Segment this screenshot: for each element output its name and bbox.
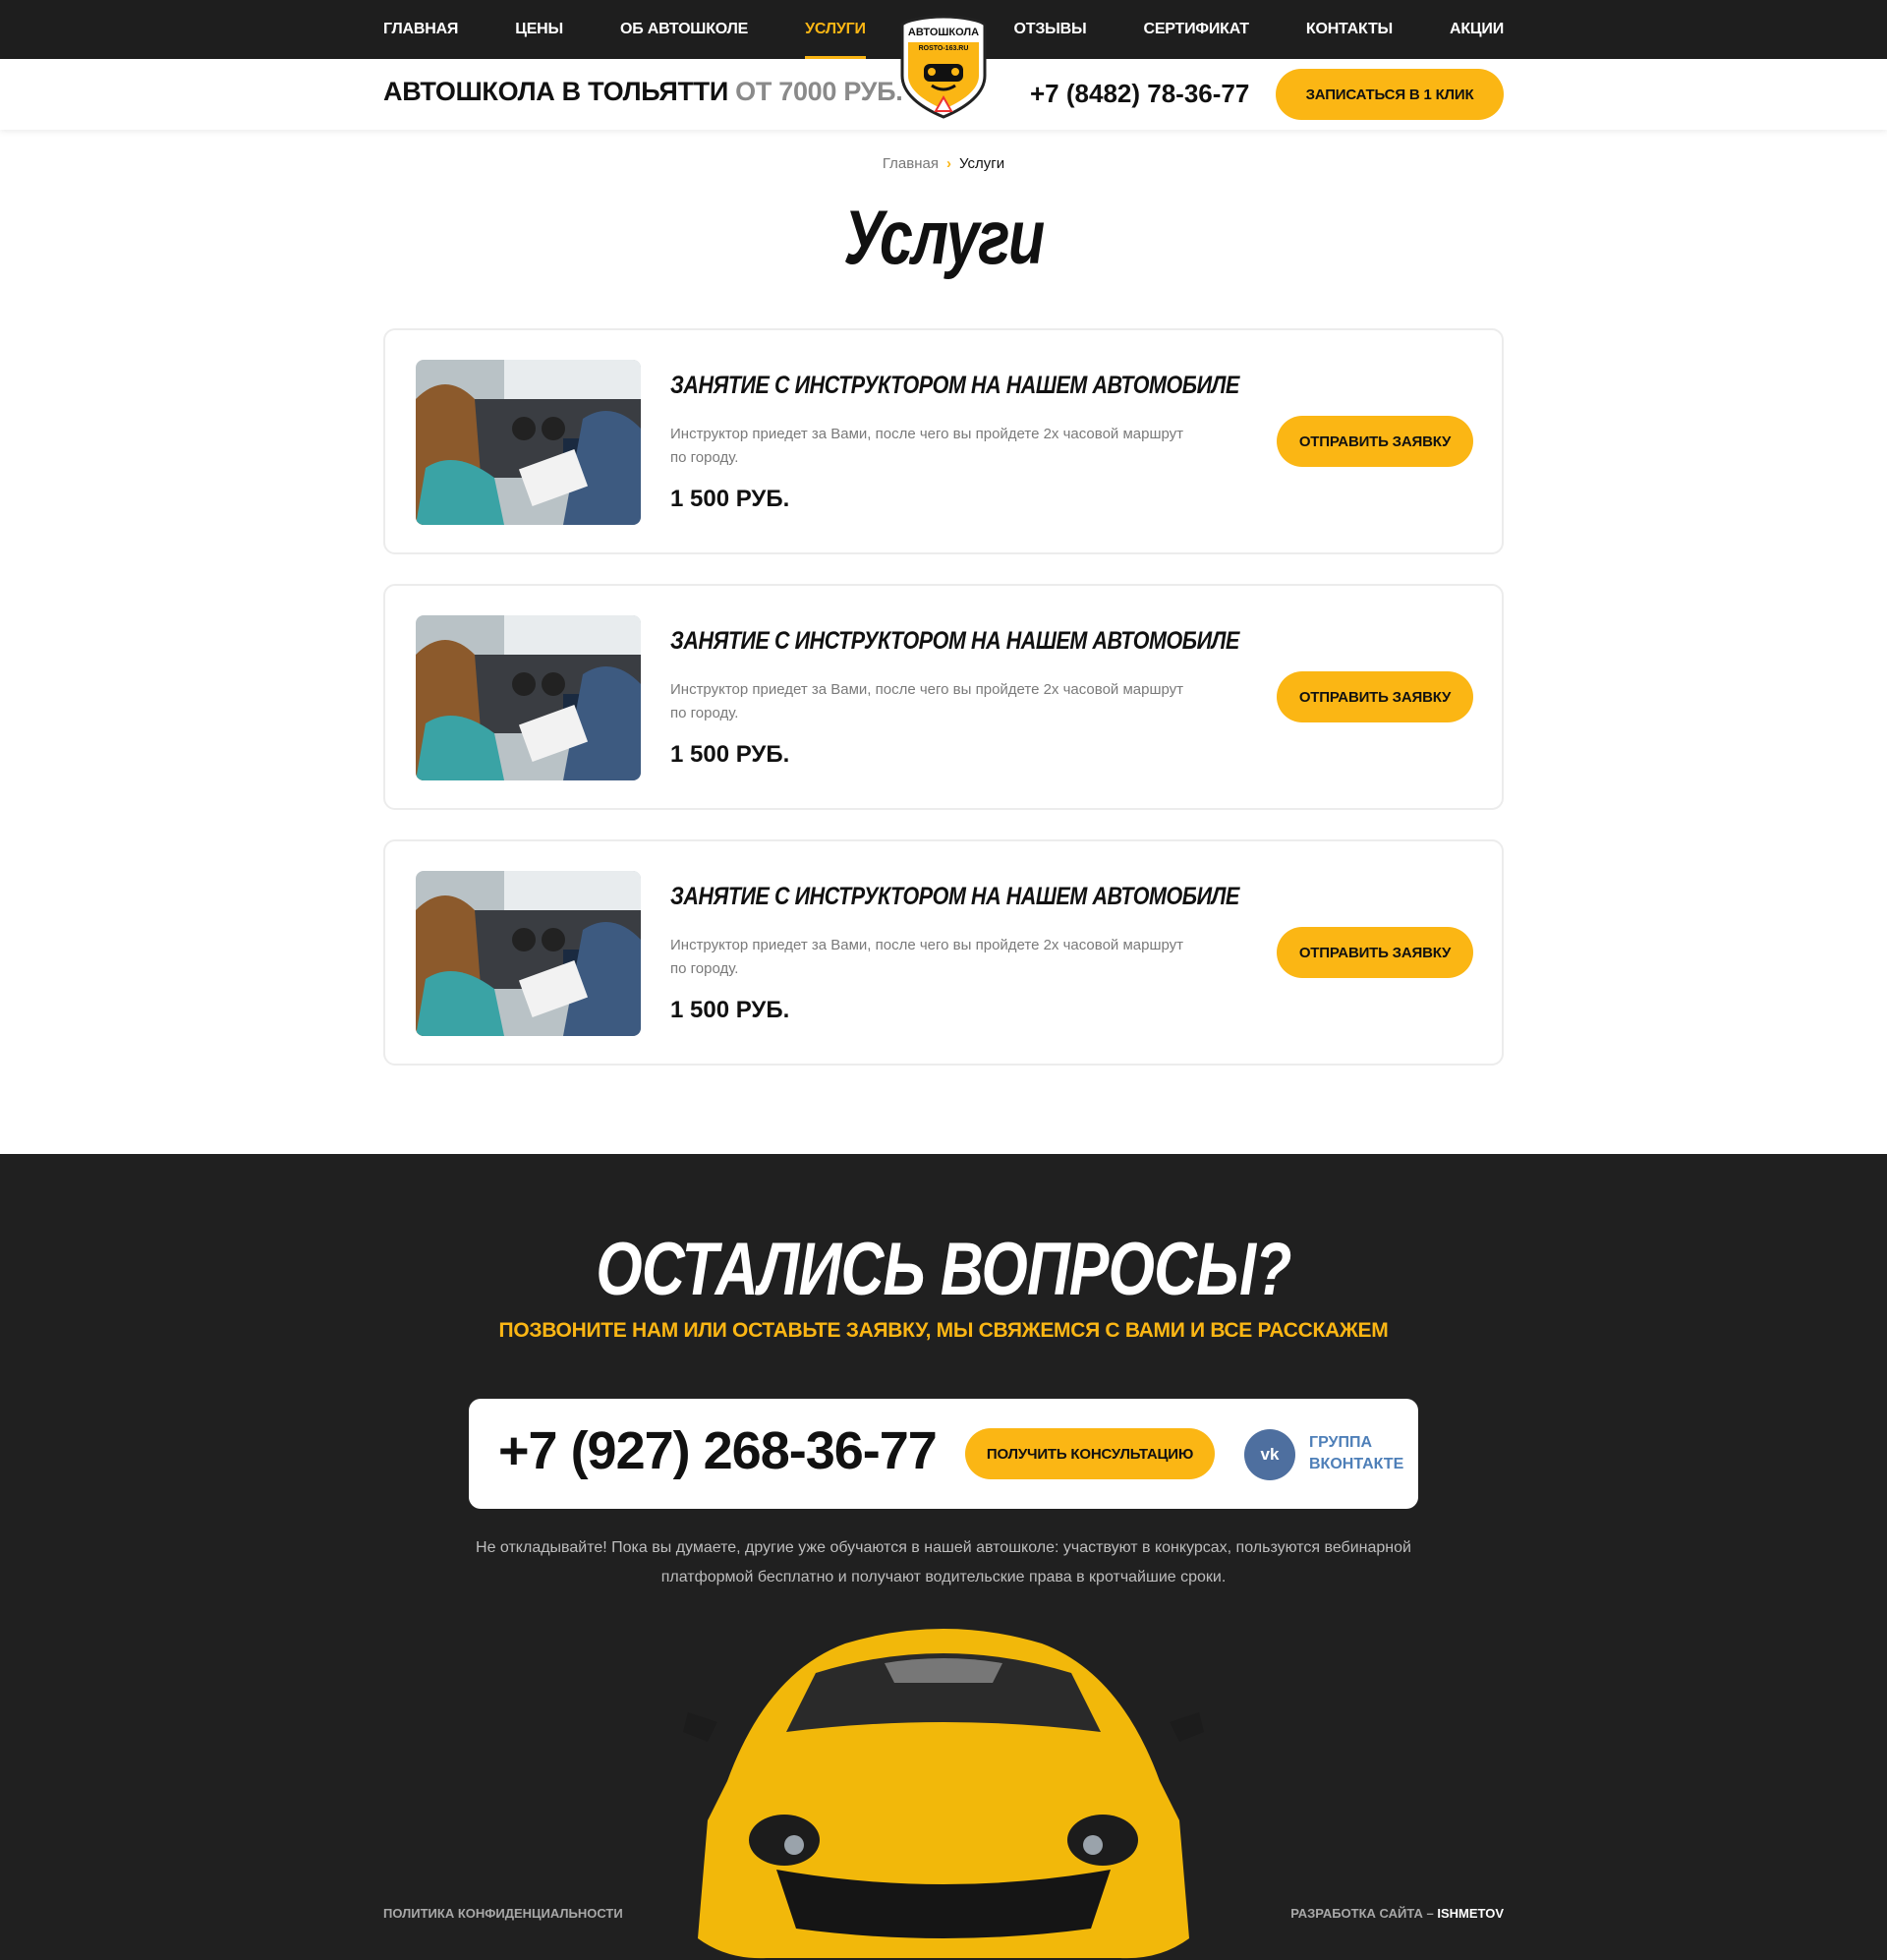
nav-left-group: Главная Цены Об автошколе Услуги <box>383 0 923 59</box>
header-title: Автошкола в Тольятти от 7000 руб. <box>383 77 903 107</box>
service-photo <box>416 871 641 1036</box>
contact-box: +7 (927) 268-36-77 Получить консультацию… <box>469 1399 1418 1509</box>
send-request-button[interactable]: Отправить заявку <box>1277 416 1473 467</box>
service-price: 1 500 руб. <box>670 997 790 1023</box>
service-title: Занятие с инструктором на нашем автомоби… <box>670 883 1239 910</box>
page-title: Услуги <box>843 194 1045 280</box>
header-title-main: Автошкола в Тольятти <box>383 77 728 106</box>
nav-item-about[interactable]: Об автошколе <box>620 0 748 59</box>
service-card: Занятие с инструктором на нашем автомоби… <box>383 584 1504 810</box>
signup-one-click-button[interactable]: Записаться в 1 клик <box>1276 69 1504 120</box>
send-request-button[interactable]: Отправить заявку <box>1277 671 1473 722</box>
developer-credit: Разработка сайта – ISHMETOV <box>1290 1906 1504 1921</box>
contact-title: Остались вопросы? <box>596 1228 1291 1311</box>
contact-text: Не откладывайте! Пока вы думаете, другие… <box>476 1539 1411 1585</box>
developer-label: Разработка сайта – <box>1290 1906 1434 1921</box>
header-title-price: от 7000 руб. <box>735 77 903 106</box>
nav-item-services[interactable]: Услуги <box>805 0 866 59</box>
logo-emblem[interactable]: АВТОШКОЛА ROSTO-163.RU <box>898 15 989 119</box>
contact-subtitle: Позвоните нам или оставьте заявку, мы св… <box>498 1319 1389 1342</box>
service-card: Занятие с инструктором на нашем автомоби… <box>383 328 1504 554</box>
contact-phone[interactable]: +7 (927) 268-36-77 <box>498 1420 938 1481</box>
vk-icon[interactable]: vk <box>1244 1429 1295 1480</box>
logo-text-bottom: ROSTO-163.RU <box>919 45 969 52</box>
chevron-right-icon: › <box>945 155 951 172</box>
developer-brand-link[interactable]: ISHMETOV <box>1437 1906 1504 1921</box>
nav-item-contacts[interactable]: Контакты <box>1306 0 1393 59</box>
service-card: Занятие с инструктором на нашем автомоби… <box>383 839 1504 1066</box>
nav-item-reviews[interactable]: Отзывы <box>1014 0 1087 59</box>
send-request-button[interactable]: Отправить заявку <box>1277 927 1473 978</box>
service-description: Инструктор приедет за Вами, после чего в… <box>670 681 1184 721</box>
service-photo <box>416 615 641 780</box>
yellow-car-image <box>683 1629 1204 1959</box>
header-phone[interactable]: +7 (8482) 78-36-77 <box>1030 79 1249 109</box>
service-photo <box>416 360 641 525</box>
service-title: Занятие с инструктором на нашем автомоби… <box>670 627 1239 655</box>
nav-right-group: Отзывы Сертификат Контакты Акции <box>957 0 1505 59</box>
contact-section: Остались вопросы? Позвоните нам или оста… <box>0 1154 1887 1960</box>
breadcrumb-current: Услуги <box>958 155 1005 172</box>
logo-text-top: АВТОШКОЛА <box>908 27 979 38</box>
service-description: Инструктор приедет за Вами, после чего в… <box>670 426 1184 466</box>
privacy-policy-link[interactable]: Политика конфиденциальности <box>383 1906 623 1921</box>
get-consultation-button[interactable]: Получить консультацию <box>965 1428 1215 1479</box>
service-title: Занятие с инструктором на нашем автомоби… <box>670 372 1239 399</box>
nav-item-certificate[interactable]: Сертификат <box>1143 0 1249 59</box>
nav-item-prices[interactable]: Цены <box>515 0 563 59</box>
service-price: 1 500 руб. <box>670 486 790 512</box>
nav-item-promotions[interactable]: Акции <box>1450 0 1504 59</box>
breadcrumb-home-link[interactable]: Главная <box>883 155 939 172</box>
breadcrumb: Главная › Услуги <box>0 155 1887 172</box>
service-price: 1 500 руб. <box>670 741 790 768</box>
vk-group-link[interactable]: Группа Вконтакте <box>1309 1432 1407 1475</box>
nav-item-home[interactable]: Главная <box>383 0 458 59</box>
service-description: Инструктор приедет за Вами, после чего в… <box>670 937 1184 977</box>
